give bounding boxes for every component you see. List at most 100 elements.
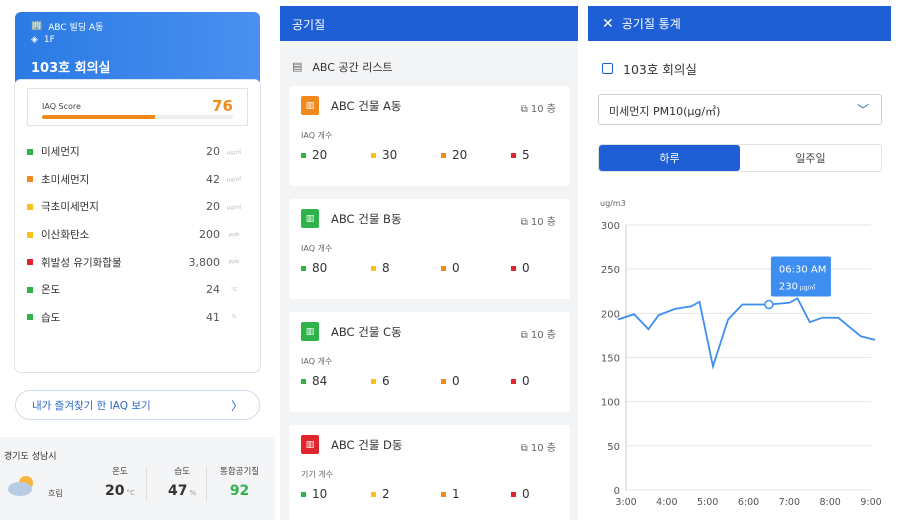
metric-name: 온도 xyxy=(41,284,61,297)
x-tick-label: 4:00 xyxy=(656,497,677,508)
y-axis-label: ug/m3 xyxy=(600,199,626,208)
metric-row[interactable]: 극초미세먼지 20 μg/㎥ xyxy=(27,193,248,221)
x-tick-label: 6:00 xyxy=(738,497,759,508)
building-name: ABC 빌딩 A동 xyxy=(48,22,104,33)
metric-row[interactable]: 이산화탄소 200 ppb xyxy=(27,221,248,249)
count-value: 30 xyxy=(382,148,398,162)
layers-icon: ◈ xyxy=(31,35,38,45)
y-tick-label: 150 xyxy=(601,354,620,365)
tab-day[interactable]: 하루 xyxy=(599,145,740,171)
tooltip-unit: μg/㎥ xyxy=(800,284,816,292)
status-square xyxy=(301,491,306,497)
status-square xyxy=(371,491,376,497)
count-value: 10 xyxy=(312,487,328,501)
status-square xyxy=(301,152,306,158)
building-icon: ▥ xyxy=(301,435,319,454)
metric-value: 41 xyxy=(206,310,220,324)
iaq-score-fill xyxy=(42,115,156,119)
metric-value: 3,800 xyxy=(188,255,221,269)
building-card[interactable]: ▥ ABC 건물 B동 ⧉ 10 층 IAQ 개수 80 8 0 0 xyxy=(289,199,570,299)
iaq-score-bar xyxy=(42,115,233,119)
building-card-name: ABC 건물 D동 xyxy=(331,437,403,452)
x-tick-label: 7:00 xyxy=(779,497,800,508)
pollutant-select[interactable]: 미세먼지 PM10(μg/㎥) ﹀ xyxy=(598,94,882,125)
metric-row[interactable]: 초미세먼지 42 μg/㎥ xyxy=(27,166,248,194)
floor-count: ⧉ 10 층 xyxy=(521,100,556,115)
room-icon xyxy=(602,63,613,74)
metric-unit: μg/㎥ xyxy=(226,149,242,156)
stats-panel: ✕ 공기질 통계 103호 회의실 미세먼지 PM10(μg/㎥) ﹀ 하루 일… xyxy=(588,6,891,520)
cloudy-weather-icon xyxy=(8,476,33,496)
count-value: 0 xyxy=(522,487,530,501)
layers-icon: ⧉ xyxy=(520,217,531,228)
weather-aq-value: 92 xyxy=(229,483,250,499)
count-item: 0 xyxy=(441,261,511,275)
floor-count-label: 10 층 xyxy=(530,330,556,341)
status-square xyxy=(441,152,446,158)
weather-location: 경기도 성남시 xyxy=(4,452,57,462)
period-toggle: 하루 일주일 xyxy=(598,144,882,172)
floor-count-label: 10 층 xyxy=(530,104,556,115)
metric-unit: ppb xyxy=(228,259,240,266)
building-card-name: ABC 건물 C동 xyxy=(331,324,402,339)
count-value: 80 xyxy=(312,261,328,275)
metric-name: 미세먼지 xyxy=(41,146,80,159)
divider xyxy=(206,467,207,501)
close-icon[interactable]: ✕ xyxy=(602,16,614,32)
y-tick-label: 100 xyxy=(601,398,620,409)
stats-room-name: 103호 회의실 xyxy=(623,62,697,77)
pm10-line-chart: ug/m3 0 50 100 150 200 250 300 3:00 4:00 5:00 6:00 7… xyxy=(600,199,882,508)
metric-unit: μg/㎥ xyxy=(226,204,242,211)
panel-title-bar: 공기질 xyxy=(280,6,578,41)
count-item: 0 xyxy=(511,374,581,388)
floor-count-label: 10 층 xyxy=(530,217,556,228)
tab-week[interactable]: 일주일 xyxy=(740,145,881,171)
count-item: 8 xyxy=(371,261,441,275)
building-card[interactable]: ▥ ABC 건물 A동 ⧉ 10 층 IAQ 개수 20 30 20 5 xyxy=(289,86,570,186)
selected-point xyxy=(764,299,774,310)
metric-row[interactable]: 습도 41% xyxy=(27,304,248,332)
status-dot xyxy=(27,231,33,238)
room-title: 103호 회의실 xyxy=(31,61,111,76)
metric-name: 이산화탄소 xyxy=(41,229,90,242)
status-square xyxy=(511,152,516,158)
status-square xyxy=(371,152,376,158)
building-list-icon: ▤ xyxy=(292,60,303,73)
count-item: 20 xyxy=(301,148,371,162)
status-square xyxy=(441,265,446,271)
count-title: IAQ 개수 xyxy=(301,357,333,366)
metric-value: 20 xyxy=(206,200,220,214)
count-row: 20 30 20 5 xyxy=(301,148,581,162)
floor-label: 1F xyxy=(43,35,55,45)
count-item: 0 xyxy=(511,487,581,501)
building-card-name: ABC 건물 B동 xyxy=(331,211,402,226)
metric-value: 42 xyxy=(206,172,220,186)
count-item: 5 xyxy=(511,148,581,162)
metric-unit: °C xyxy=(230,286,238,293)
favorites-iaq-button[interactable]: 내가 즐겨찾기 한 IAQ 보기 〉 xyxy=(15,390,260,420)
metric-row[interactable]: 휘발성 유기화합물 3,800 ppb xyxy=(27,248,248,276)
weather-humidity: 습도 47% xyxy=(168,465,196,499)
metric-row[interactable]: 미세먼지 20 μg/㎥ xyxy=(27,138,248,166)
count-title: IAQ 개수 xyxy=(301,131,333,140)
weather-widget: 경기도 성남시 흐림 온도 20 °C 습도 47% 통합공기질 92 xyxy=(0,437,275,520)
count-value: 5 xyxy=(522,148,530,162)
metric-unit: % xyxy=(231,314,237,321)
count-row: 10 2 1 0 xyxy=(301,487,581,501)
status-square xyxy=(301,378,306,384)
count-value: 84 xyxy=(312,374,328,388)
count-value: 0 xyxy=(522,261,530,275)
building-card[interactable]: ▥ ABC 건물 D동 ⧉ 10 층 기기 개수 10 2 1 0 xyxy=(289,425,570,525)
count-row: 80 8 0 0 xyxy=(301,261,581,275)
metric-row[interactable]: 온도 24 °C xyxy=(27,276,248,304)
building-icon: ▥ xyxy=(301,322,319,341)
building-card[interactable]: ▥ ABC 건물 C동 ⧉ 10 층 IAQ 개수 84 6 0 0 xyxy=(289,312,570,412)
status-square xyxy=(511,265,516,271)
tooltip-value: 230 xyxy=(779,282,798,293)
metric-name: 습도 xyxy=(41,311,61,324)
building-icon: ▥ xyxy=(301,96,319,115)
count-item: 6 xyxy=(371,374,441,388)
status-square xyxy=(441,491,446,497)
x-tick-label: 9:00 xyxy=(860,497,881,508)
count-title: 기기 개수 xyxy=(301,470,333,479)
